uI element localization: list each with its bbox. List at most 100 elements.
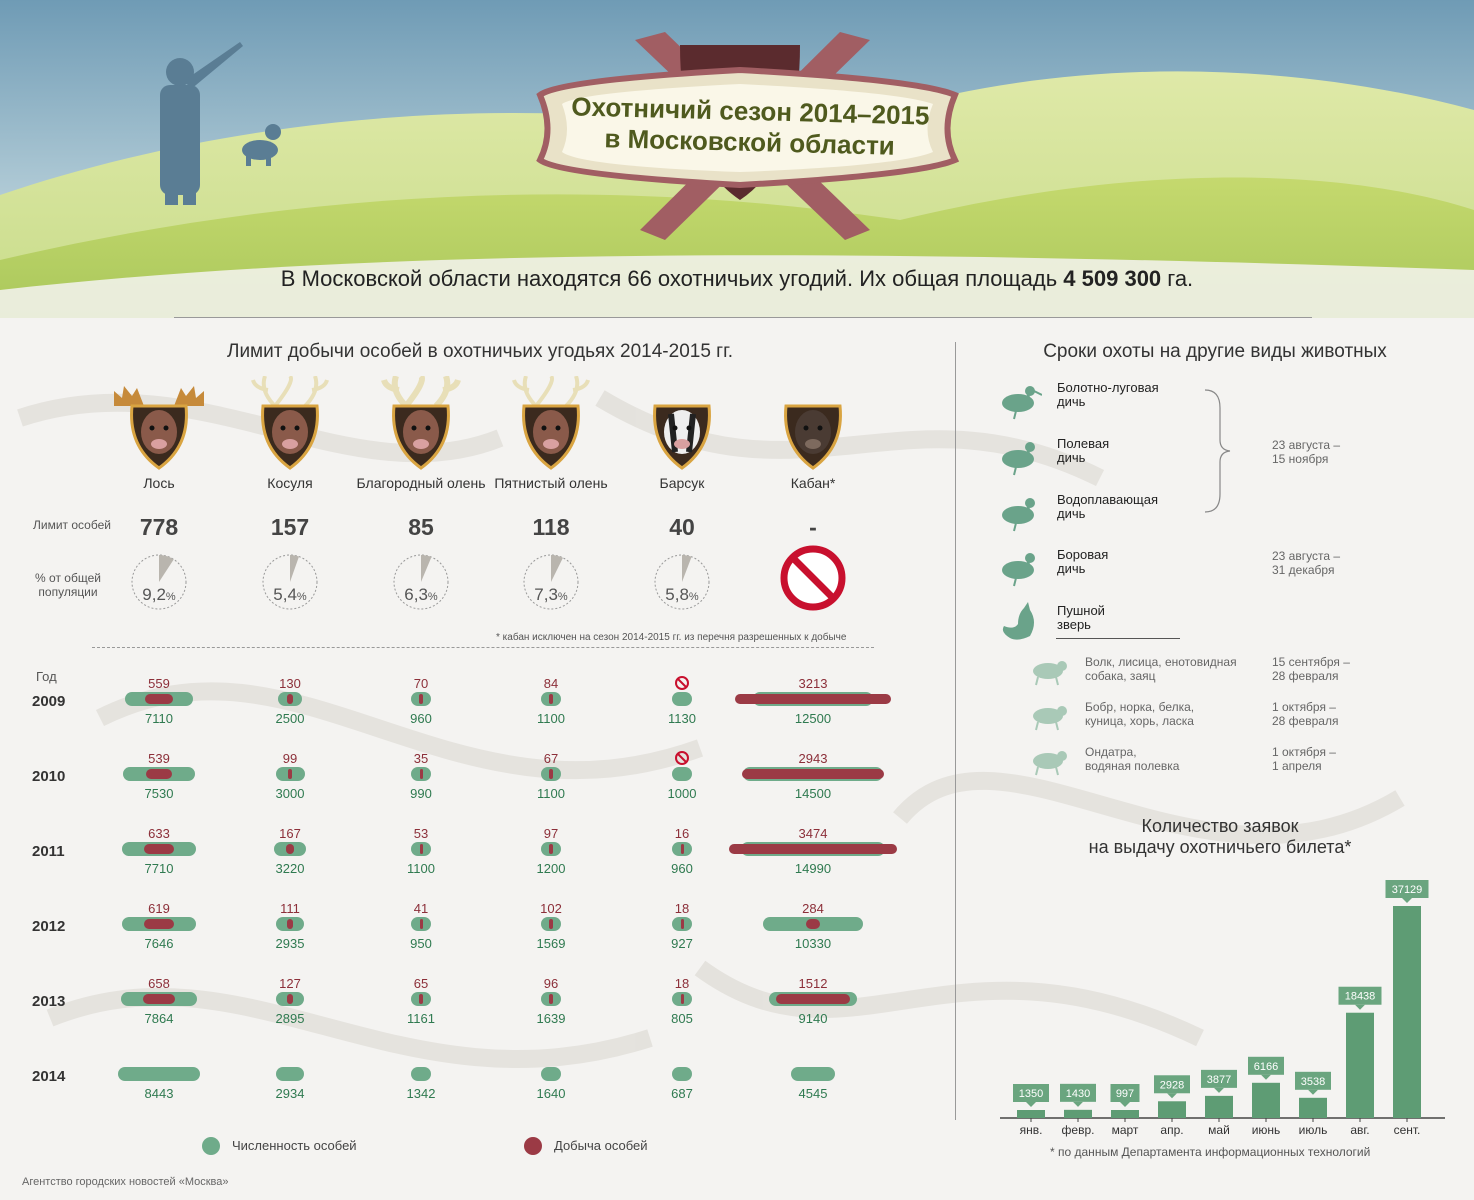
- fur-dates-start: 1 октября –: [1272, 745, 1336, 759]
- species-name-line1: Полевая: [1057, 436, 1110, 451]
- harvest-value: 96: [543, 976, 559, 991]
- boar-note: * кабан исключен на сезон 2014-2015 гг. …: [496, 632, 847, 643]
- population-pct: 9,2%: [109, 585, 209, 605]
- boar-icon: [784, 404, 842, 470]
- harvest-bar: [735, 694, 891, 704]
- bracket-shape: [1204, 389, 1231, 513]
- population-value: 1200: [536, 861, 566, 876]
- applications-title-line2: на выдачу охотничьего билета*: [1088, 837, 1352, 857]
- harvest-bar: [549, 769, 553, 779]
- population-value: 2895: [275, 1011, 305, 1026]
- x-tick-label: март: [1112, 1123, 1139, 1137]
- bar-value-label-pointer: [1120, 1102, 1130, 1107]
- harvest-bar: [143, 844, 175, 854]
- fur-dates-end: 1 апреля: [1272, 759, 1322, 773]
- harvest-bar: [548, 694, 554, 704]
- harvest-value: 67: [543, 751, 559, 766]
- harvest-value: 127: [279, 976, 301, 991]
- population-bar: [672, 692, 692, 706]
- harvest-bar: [419, 769, 423, 779]
- pct-unit: %: [165, 591, 176, 603]
- applications-bar-chart: 1350 янв. 1430 февр. 997 март 2928 апр. 3877 май 6…: [1000, 880, 1445, 1137]
- species-group: Водоплавающая дичь: [1057, 493, 1158, 521]
- population-value: 1000: [667, 786, 697, 801]
- harvest-bar: [680, 844, 684, 854]
- bar-value-label: 997: [1116, 1088, 1134, 1100]
- harvest-bar: [729, 844, 897, 854]
- bar-value-label: 37129: [1392, 884, 1423, 896]
- bar-value-label-pointer: [1308, 1089, 1318, 1095]
- pct-label: % от общей популяции: [35, 571, 101, 599]
- population-value: 2934: [275, 1086, 305, 1101]
- harvest-bar: [145, 694, 173, 704]
- harvest-value: 3474: [798, 826, 828, 841]
- harvest-value: 65: [413, 976, 429, 991]
- population-bar: [791, 1067, 835, 1081]
- x-tick-label: май: [1208, 1123, 1230, 1137]
- roe-deer-icon: [251, 376, 329, 470]
- bar-value-label-pointer: [1261, 1074, 1271, 1080]
- legend-population-dot: [202, 1137, 220, 1155]
- snipe-icon: [1002, 386, 1042, 420]
- harvest-bar: [419, 919, 423, 929]
- species-name-line2: дичь: [1057, 394, 1086, 409]
- harvest-value: 130: [279, 676, 301, 691]
- harvest-bar: [548, 994, 554, 1004]
- beaver-icon: [1033, 706, 1067, 731]
- population-value: 3000: [275, 786, 305, 801]
- subtitle-unit: га.: [1161, 266, 1194, 291]
- animal-limit: 40: [669, 514, 695, 540]
- harvest-value: 658: [148, 976, 170, 991]
- species-group: Боровая дичь: [1057, 548, 1108, 576]
- species-group: Пушной зверь: [1057, 604, 1105, 632]
- bar: [1299, 1097, 1327, 1118]
- fur-species-line1: Бобр, норка, белка,: [1085, 700, 1195, 714]
- population-value: 687: [671, 1086, 693, 1101]
- population-bar: [672, 767, 692, 781]
- harvest-value: 84: [543, 676, 559, 691]
- applications-footnote: * по данным Департамента информационных …: [1050, 1145, 1371, 1159]
- limit-section-title: Лимит добычи особей в охотничьих угодьях…: [226, 341, 734, 362]
- birds-dates-start: 23 августа –: [1272, 438, 1341, 452]
- population-value: 8443: [144, 1086, 174, 1101]
- x-tick-label: февр.: [1062, 1123, 1095, 1137]
- limit-divider: [92, 647, 874, 648]
- bar-value-label: 6166: [1254, 1061, 1278, 1073]
- species-name-line1: Болотно-луговая: [1057, 380, 1159, 395]
- fur-dates-start: 1 октября –: [1272, 700, 1336, 714]
- capercaillie-icon: [1002, 553, 1035, 587]
- harvest-value: 284: [802, 901, 824, 916]
- bar: [1064, 1109, 1092, 1118]
- harvest-bar: [144, 919, 174, 929]
- harvest-bar: [145, 769, 173, 779]
- bar-value-label-pointer: [1073, 1101, 1083, 1107]
- harvest-bar: [287, 919, 293, 929]
- harvest-value: 539: [148, 751, 170, 766]
- animal-name: Благородный олень: [356, 475, 486, 491]
- x-tick-label: апр.: [1160, 1123, 1183, 1137]
- fur-dates-end: 28 февраля: [1272, 669, 1339, 683]
- population-value: 12500: [794, 711, 832, 726]
- species-name-line2: дичь: [1057, 561, 1086, 576]
- forest-dates-start: 23 августа –: [1272, 549, 1341, 563]
- population-value: 1100: [537, 786, 565, 801]
- bar: [1158, 1101, 1186, 1118]
- fur-species-line2: куница, хорь, ласка: [1085, 714, 1194, 728]
- x-tick-label: янв.: [1020, 1123, 1043, 1137]
- pie-slice: [551, 555, 563, 582]
- pct-unit: %: [557, 591, 568, 603]
- bar-value-label: 1350: [1019, 1088, 1043, 1100]
- column-divider: [955, 342, 956, 1120]
- pct-value: 5,8: [665, 585, 689, 604]
- bar-value-label-pointer: [1402, 898, 1412, 903]
- population-pct: 5,8%: [632, 585, 732, 605]
- x-tick-label: июнь: [1252, 1123, 1281, 1137]
- bar-value-label-pointer: [1355, 1004, 1365, 1010]
- legend-harvest-label: Добыча особей: [554, 1138, 648, 1153]
- population-value: 1100: [407, 861, 435, 876]
- harvest-bar: [776, 994, 850, 1004]
- harvest-bar: [419, 694, 423, 704]
- fur-dates: 1 октября –28 февраля: [1272, 700, 1338, 728]
- population-value: 1130: [668, 711, 696, 726]
- fur-species: Ондатра, водяная полевка: [1085, 745, 1179, 773]
